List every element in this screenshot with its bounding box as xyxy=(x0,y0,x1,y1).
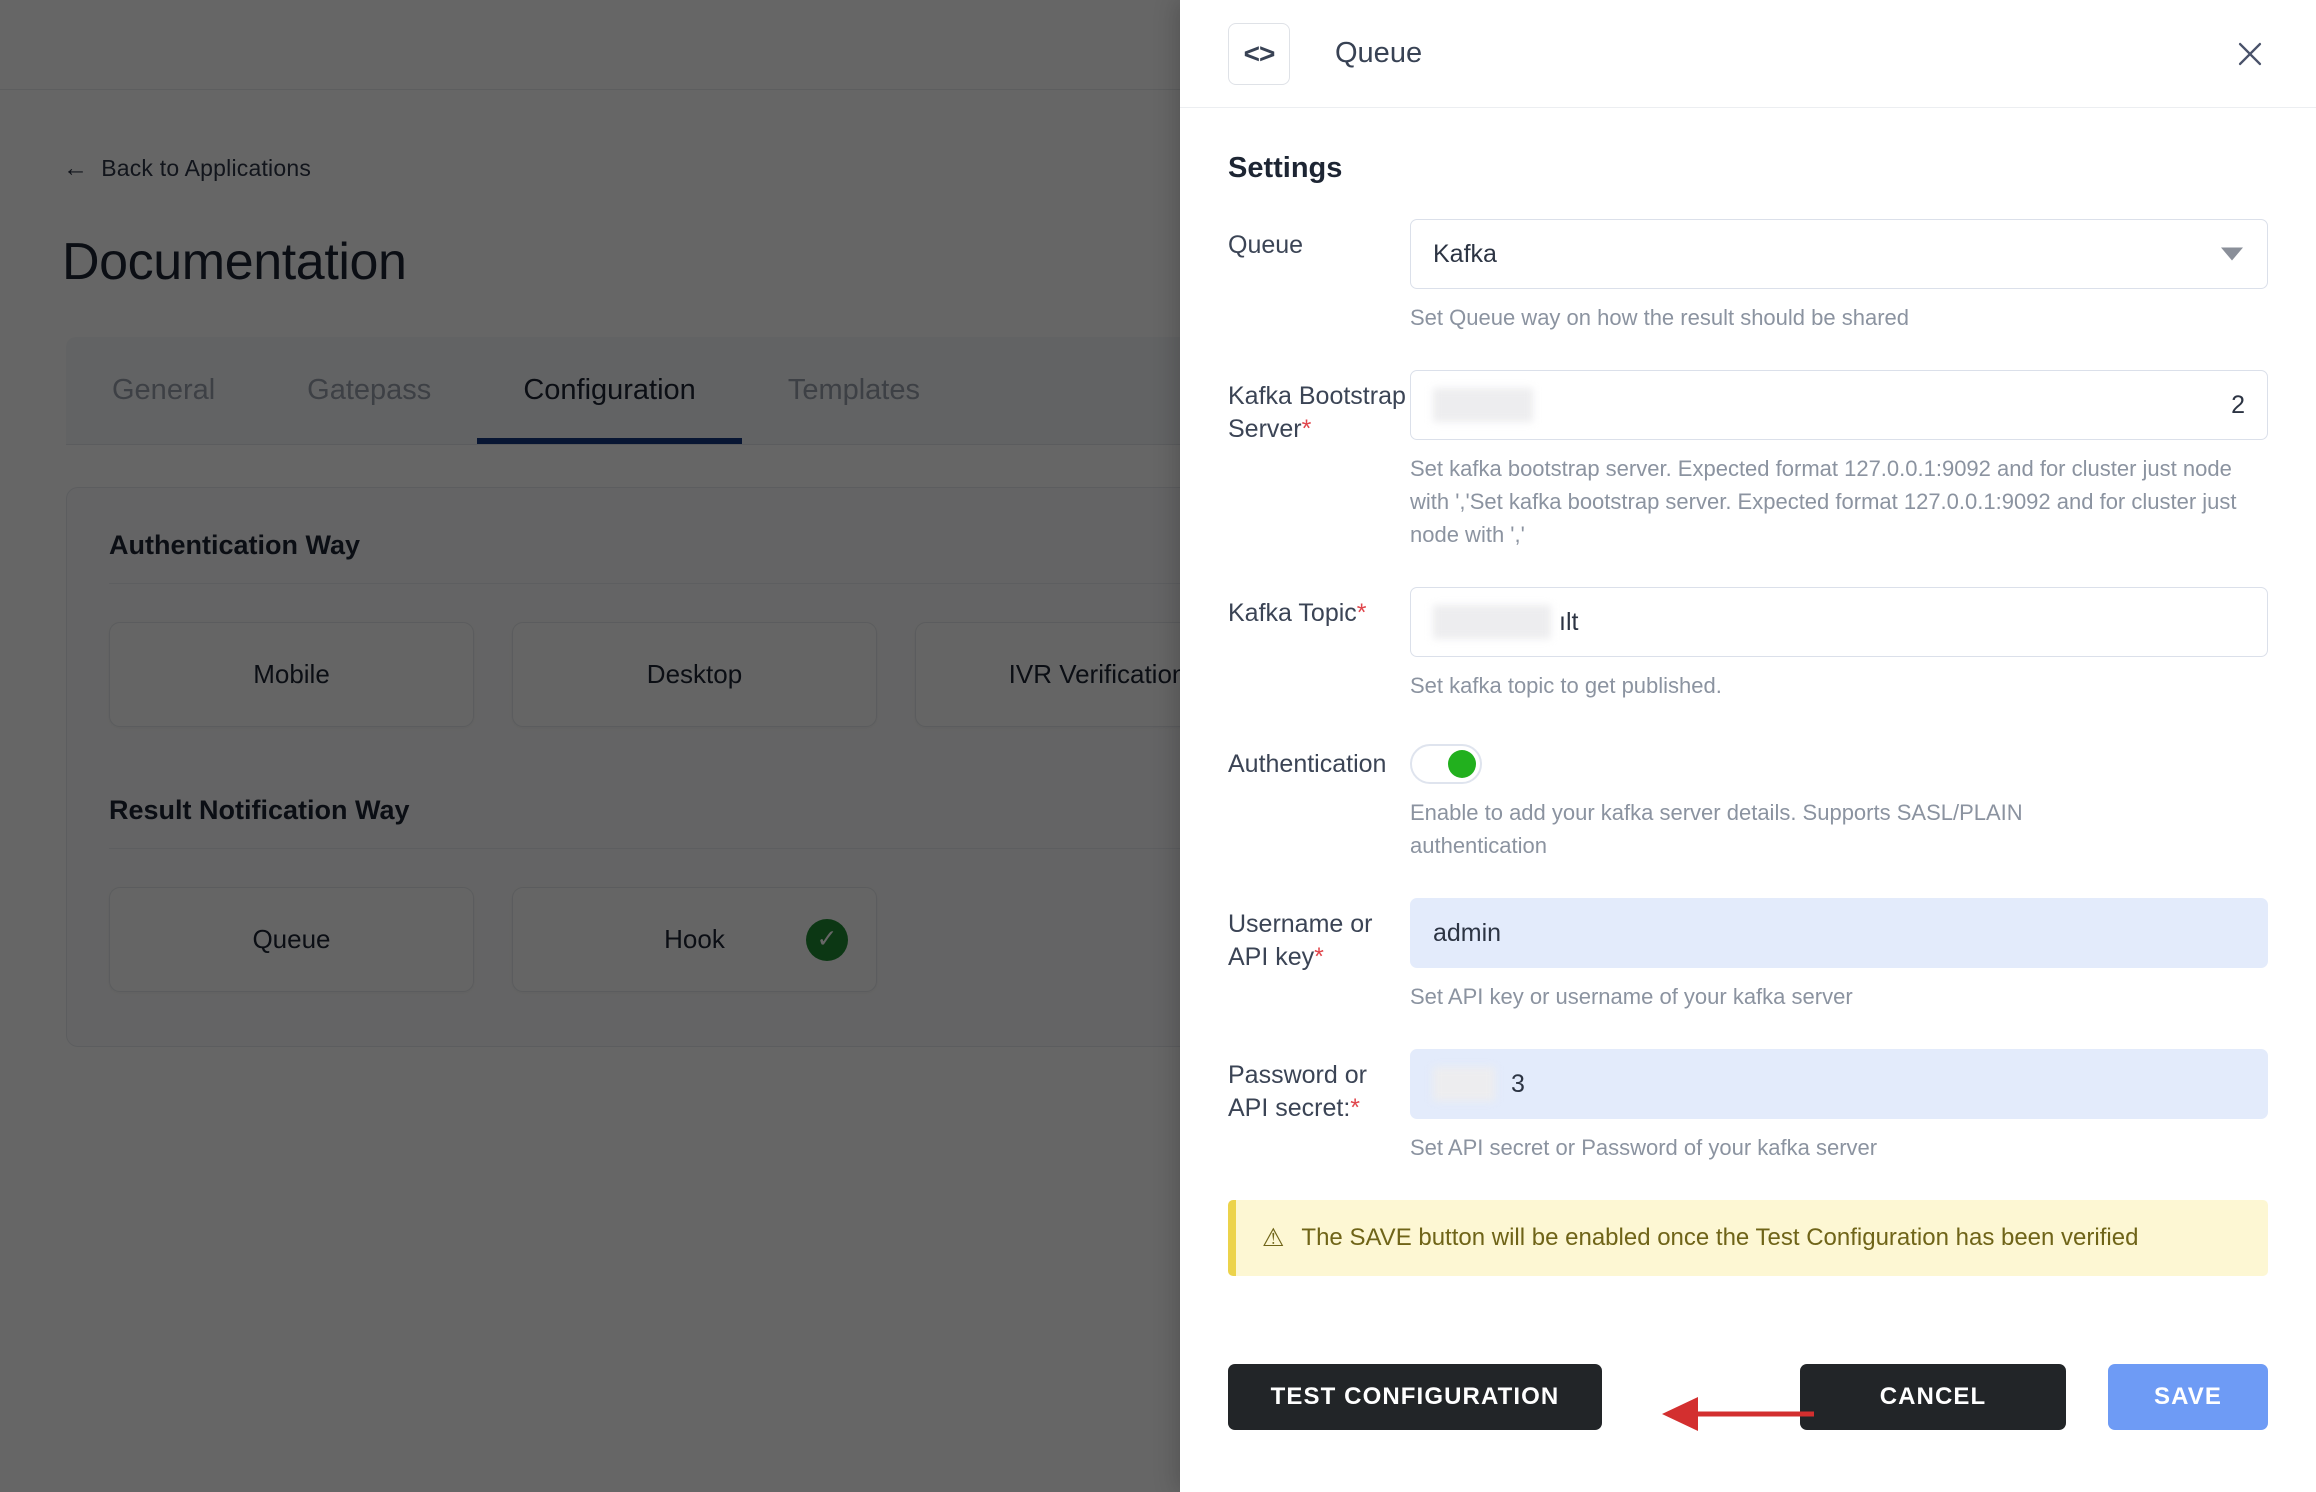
drawer-footer: TEST CONFIGURATION CANCEL SAVE xyxy=(1180,1302,2316,1492)
kafka-bootstrap-server-input[interactable]: 2 xyxy=(1410,370,2268,440)
field-hint: Enable to add your kafka server details.… xyxy=(1410,800,2023,858)
field-authentication: Authentication Enable to add your kafka … xyxy=(1228,738,2268,888)
field-kafka-bootstrap-server: Kafka Bootstrap Server* 2 Set kafka boot… xyxy=(1228,370,2268,577)
option-card-mobile[interactable]: Mobile xyxy=(109,622,474,727)
field-label-text: Kafka Topic xyxy=(1228,599,1357,627)
field-hint: Set API secret or Password of your kafka… xyxy=(1410,1135,1878,1160)
field-hint: Set API key or username of your kafka se… xyxy=(1410,984,1853,1009)
red-arrow-annotation xyxy=(1662,1397,1814,1431)
required-asterisk: * xyxy=(1350,1094,1360,1122)
save-button[interactable]: SAVE xyxy=(2108,1364,2268,1430)
option-label: Mobile xyxy=(253,659,330,689)
tab-configuration[interactable]: Configuration xyxy=(477,337,742,444)
code-brackets-icon: <> xyxy=(1228,22,1290,85)
field-hint: Set kafka topic to get published. xyxy=(1410,673,1722,698)
option-label: Desktop xyxy=(646,659,743,689)
field-queue: Queue Kafka Set Queue way on how the res… xyxy=(1228,219,2268,360)
tab-general[interactable]: General xyxy=(66,337,261,444)
close-icon[interactable] xyxy=(2230,34,2270,74)
field-hint: Set kafka bootstrap server. Expected for… xyxy=(1410,456,2237,547)
authentication-toggle[interactable] xyxy=(1410,744,1482,784)
toggle-knob xyxy=(1448,750,1476,778)
kafka-bootstrap-server-value: 2 xyxy=(2231,390,2245,419)
drawer-body: Settings Queue Kafka Set Queue way on ho… xyxy=(1180,108,2316,1302)
tab-label: Configuration xyxy=(523,374,696,406)
option-label: IVR Verification xyxy=(1008,659,1187,689)
username-value: admin xyxy=(1433,918,1502,947)
field-label: Password or API secret:* xyxy=(1228,1049,1410,1190)
queue-select-value: Kafka xyxy=(1433,239,1497,268)
page-title: Documentation xyxy=(62,233,407,291)
tab-templates[interactable]: Templates xyxy=(742,337,966,444)
field-label: Kafka Topic* xyxy=(1228,587,1410,728)
option-card-hook[interactable]: Hook ✓ xyxy=(512,887,877,992)
kafka-topic-value: ılt xyxy=(1559,607,1579,636)
arrow-left-icon: ← xyxy=(63,154,89,182)
test-configuration-button[interactable]: TEST CONFIGURATION xyxy=(1228,1364,1602,1430)
password-value: 3 xyxy=(1511,1069,1525,1098)
field-label: Queue xyxy=(1228,219,1410,360)
field-label: Kafka Bootstrap Server* xyxy=(1228,370,1410,577)
redacted-value xyxy=(1433,605,1551,639)
queue-settings-drawer: <> Queue Settings Queue Kafka Set Queue … xyxy=(1180,0,2316,1492)
required-asterisk: * xyxy=(1356,599,1367,627)
field-label-text: Password or API secret: xyxy=(1228,1061,1367,1122)
option-label: Hook xyxy=(664,924,725,954)
code-brackets-glyph: <> xyxy=(1243,37,1276,69)
drawer-header: <> Queue xyxy=(1180,0,2316,108)
field-label: Username or API key* xyxy=(1228,898,1410,1039)
tab-label: Gatepass xyxy=(307,374,432,406)
option-label: Queue xyxy=(252,924,331,954)
field-label-text: Username or API key xyxy=(1228,910,1373,971)
required-asterisk: * xyxy=(1301,415,1312,443)
option-card-desktop[interactable]: Desktop xyxy=(512,622,877,727)
redacted-value xyxy=(1433,388,1533,422)
option-card-queue[interactable]: Queue xyxy=(109,887,474,992)
field-password-or-api-secret: Password or API secret:* 3 Set API secre… xyxy=(1228,1049,2268,1190)
tab-label: General xyxy=(112,374,216,406)
back-to-applications-link[interactable]: ← Back to Applications xyxy=(63,155,311,182)
queue-select[interactable]: Kafka xyxy=(1410,219,2268,289)
kafka-topic-input[interactable]: ılt xyxy=(1410,587,2268,657)
chevron-down-icon xyxy=(2221,247,2243,261)
alert-text: The SAVE button will be enabled once the… xyxy=(1301,1224,2139,1251)
field-label: Authentication xyxy=(1228,738,1410,888)
settings-heading: Settings xyxy=(1228,152,1343,184)
field-label-text: Queue xyxy=(1228,231,1304,259)
save-disabled-alert: ⚠ The SAVE button will be enabled once t… xyxy=(1228,1200,2268,1276)
cancel-button[interactable]: CANCEL xyxy=(1800,1364,2066,1430)
tab-label: Templates xyxy=(787,374,920,406)
warning-triangle-icon: ⚠ xyxy=(1262,1223,1285,1252)
field-hint: Set Queue way on how the result should b… xyxy=(1410,305,1909,330)
tab-gatepass[interactable]: Gatepass xyxy=(261,337,477,444)
required-asterisk: * xyxy=(1314,943,1324,971)
back-link-label: Back to Applications xyxy=(101,155,312,181)
check-circle-icon: ✓ xyxy=(806,918,848,961)
app-top-bar xyxy=(0,0,1180,90)
field-label-text: Kafka Bootstrap Server xyxy=(1228,382,1406,443)
username-or-api-key-input[interactable]: admin xyxy=(1410,898,2268,968)
redacted-value xyxy=(1433,1067,1495,1101)
password-or-api-secret-input[interactable]: 3 xyxy=(1410,1049,2268,1119)
drawer-title: Queue xyxy=(1335,37,1423,69)
field-label-text: Authentication xyxy=(1228,750,1387,778)
field-kafka-topic: Kafka Topic* ılt Set kafka topic to get … xyxy=(1228,587,2268,728)
field-username-or-api-key: Username or API key* admin Set API key o… xyxy=(1228,898,2268,1039)
